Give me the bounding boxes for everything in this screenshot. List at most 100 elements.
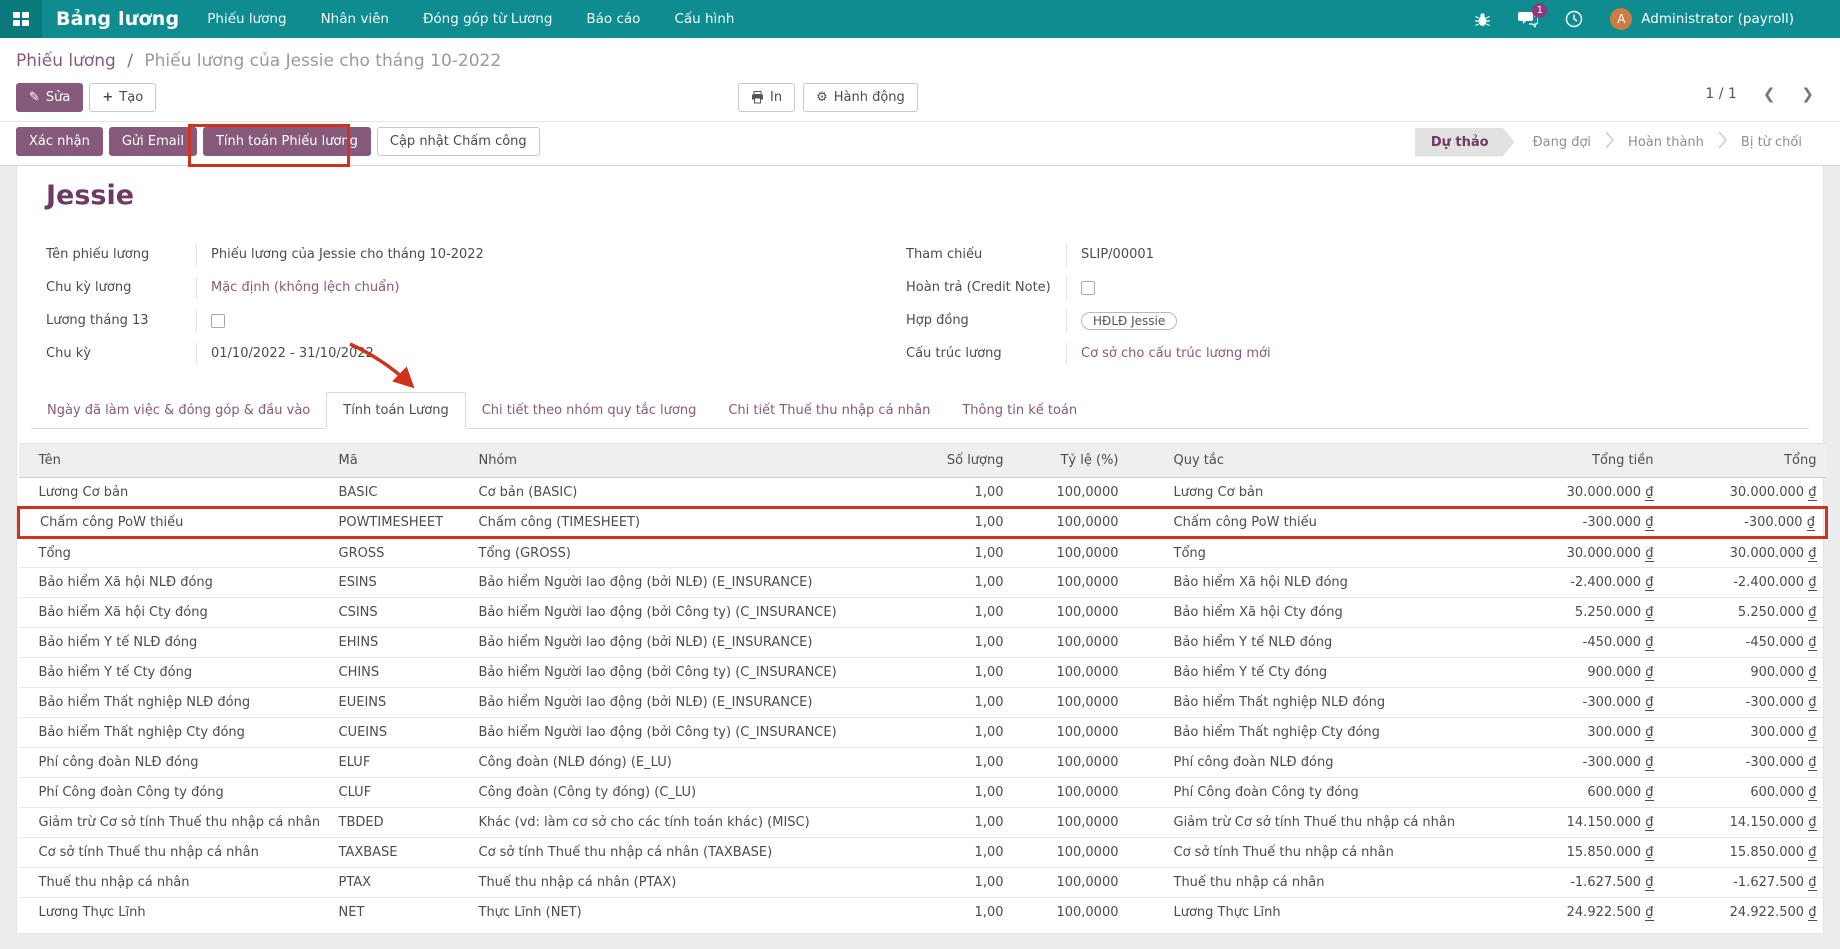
table-row-TAXBASE[interactable]: Cơ sở tính Thuế thu nhập cá nhânTAXBASEC… <box>19 838 1827 868</box>
field-value-link[interactable]: Cơ sở cho cấu trúc lương mới <box>1066 343 1606 365</box>
tab-4[interactable]: Chi tiết Thuế thu nhập cá nhân <box>712 393 946 428</box>
table-row-CUEINS[interactable]: Bảo hiểm Thất nghiệp Cty đóngCUEINSBảo h… <box>19 718 1827 748</box>
table-row-GROSS[interactable]: TổngGROSSTổng (GROSS)1,00100,0000Tổng30.… <box>19 538 1827 568</box>
user-menu[interactable]: A Administrator (payroll) <box>1610 8 1794 30</box>
cell-rule: Bảo hiểm Y tế Cty đóng <box>1129 658 1499 688</box>
cell-total: 900.000 ₫ <box>1664 658 1827 688</box>
cell-code: EUEINS <box>329 688 469 718</box>
status-step-separator-icon <box>1605 131 1614 153</box>
table-row-TBDED[interactable]: Giảm trừ Cơ sở tính Thuế thu nhập cá nhâ… <box>19 808 1827 838</box>
cell-group: Công đoàn (Công ty đóng) (C_LU) <box>469 778 909 808</box>
tab-3[interactable]: Chi tiết theo nhóm quy tắc lương <box>466 393 713 428</box>
contract-tag[interactable]: HĐLĐ Jessie <box>1081 312 1177 330</box>
checkbox[interactable] <box>1081 281 1095 295</box>
cell-group: Thuế thu nhập cá nhân (PTAX) <box>469 868 909 898</box>
column-header-1[interactable]: Tên <box>19 444 329 478</box>
pager-next-button[interactable]: ❯ <box>1801 85 1814 103</box>
cell-amount: 600.000 ₫ <box>1499 778 1664 808</box>
cell-amount: 15.850.000 ₫ <box>1499 838 1664 868</box>
nav-menu-item-1[interactable]: Phiếu lương <box>207 11 286 27</box>
nav-menu-item-2[interactable]: Nhân viên <box>321 11 389 27</box>
print-button[interactable]: In <box>738 83 795 112</box>
cell-total: 30.000.000 ₫ <box>1664 538 1827 568</box>
apps-menu-button[interactable] <box>0 0 42 38</box>
edit-button[interactable]: ✎ Sửa <box>16 83 83 112</box>
column-header-4[interactable]: Số lượng <box>909 444 1014 478</box>
top-navbar: Bảng lương Phiếu lương Nhân viên Đóng góp … <box>0 0 1840 38</box>
table-row-CHINS[interactable]: Bảo hiểm Y tế Cty đóngCHINSBảo hiểm Ngườ… <box>19 658 1827 688</box>
status-step-1[interactable]: Dự thảo <box>1415 128 1515 157</box>
cell-name: Lương Thực Lĩnh <box>19 898 329 928</box>
column-header-8[interactable]: Tổng <box>1664 444 1827 478</box>
currency-symbol: ₫ <box>1808 605 1816 621</box>
table-row-BASIC[interactable]: Lương Cơ bảnBASICCơ bản (BASIC)1,00100,0… <box>19 478 1827 508</box>
cell-code: BASIC <box>329 478 469 508</box>
tab-1[interactable]: Ngày đã làm việc & đóng góp & đầu vào <box>31 393 326 428</box>
debug-bug-icon[interactable] <box>1472 9 1492 29</box>
app-title[interactable]: Bảng lương <box>56 8 179 30</box>
record-title: Jessie <box>46 180 134 211</box>
cell-name: Phí Công đoàn Công ty đóng <box>19 778 329 808</box>
cell-rule: Lương Cơ bản <box>1129 478 1499 508</box>
table-row-EUEINS[interactable]: Bảo hiểm Thất nghiệp NLĐ đóngEUEINSBảo h… <box>19 688 1827 718</box>
cell-rate: 100,0000 <box>1014 868 1129 898</box>
cell-rate: 100,0000 <box>1014 838 1129 868</box>
cell-total: 30.000.000 ₫ <box>1664 478 1827 508</box>
column-header-2[interactable]: Mã <box>329 444 469 478</box>
workflow-button-4[interactable]: Cập nhật Chấm công <box>377 127 540 156</box>
column-header-7[interactable]: Tổng tiền <box>1499 444 1664 478</box>
table-row-NET[interactable]: Lương Thực LĩnhNETThực Lĩnh (NET)1,00100… <box>19 898 1827 928</box>
status-step-3[interactable]: Hoàn thành <box>1616 128 1716 157</box>
status-step-2[interactable]: Đang đợi <box>1521 128 1603 157</box>
pager-count: 1 / 1 <box>1705 86 1736 102</box>
cell-amount: 300.000 ₫ <box>1499 718 1664 748</box>
cell-name: Bảo hiểm Xã hội Cty đóng <box>19 598 329 628</box>
table-row-CSINS[interactable]: Bảo hiểm Xã hội Cty đóngCSINSBảo hiểm Ng… <box>19 598 1827 628</box>
action-button[interactable]: ⚙ Hành động <box>803 83 918 112</box>
cell-group: Công đoàn (NLĐ đóng) (E_LU) <box>469 748 909 778</box>
currency-symbol: ₫ <box>1645 815 1653 831</box>
cell-name: Bảo hiểm Y tế Cty đóng <box>19 658 329 688</box>
cell-total: 600.000 ₫ <box>1664 778 1827 808</box>
button-row: ✎ Sửa + Tạo In ⚙ Hành động 1 / 1 ❮ ❯ <box>0 75 1840 121</box>
tab-2-active[interactable]: Tính toán Lương <box>326 392 465 429</box>
field-row-left-3: Lương tháng 13 <box>46 304 726 337</box>
currency-symbol: ₫ <box>1807 515 1815 531</box>
salary-lines-table: TênMãNhómSố lượngTỷ lệ (%)Quy tắcTổng ti… <box>17 443 1828 928</box>
table-row-ESINS[interactable]: Bảo hiểm Xã hội NLĐ đóngESINSBảo hiểm Ng… <box>19 568 1827 598</box>
chevron-right-icon: ❯ <box>1801 85 1814 103</box>
cell-total: 300.000 ₫ <box>1664 718 1827 748</box>
cell-rate: 100,0000 <box>1014 688 1129 718</box>
cell-rate: 100,0000 <box>1014 508 1129 538</box>
table-row-POWTIMESHEET-highlighted[interactable]: Chấm công PoW thiếuPOWTIMESHEETChấm công… <box>19 508 1827 538</box>
column-header-5[interactable]: Tỷ lệ (%) <box>1014 444 1129 478</box>
pager-previous-button[interactable]: ❮ <box>1763 85 1776 103</box>
cell-group: Khác (vd: làm cơ sở cho các tính toán kh… <box>469 808 909 838</box>
column-header-3[interactable]: Nhóm <box>469 444 909 478</box>
nav-menu-item-5[interactable]: Cấu hình <box>674 11 734 27</box>
cell-group: Bảo hiểm Người lao động (bởi Công ty) (C… <box>469 598 909 628</box>
cell-code: ELUF <box>329 748 469 778</box>
field-value-link[interactable]: Mặc định (không lệch chuẩn) <box>196 277 726 299</box>
nav-menu-item-3[interactable]: Đóng góp từ Lương <box>423 11 552 27</box>
table-row-CLUF[interactable]: Phí Công đoàn Công ty đóngCLUFCông đoàn … <box>19 778 1827 808</box>
table-row-PTAX[interactable]: Thuế thu nhập cá nhânPTAXThuế thu nhập c… <box>19 868 1827 898</box>
workflow-button-2[interactable]: Gửi Email <box>109 127 197 156</box>
column-header-6[interactable]: Quy tắc <box>1129 444 1499 478</box>
activity-clock-icon[interactable] <box>1564 9 1584 29</box>
table-row-EHINS[interactable]: Bảo hiểm Y tế NLĐ đóngEHINSBảo hiểm Ngườ… <box>19 628 1827 658</box>
create-button[interactable]: + Tạo <box>89 83 156 112</box>
status-step-4[interactable]: Bị từ chối <box>1729 128 1814 157</box>
control-panel: Phiếu lương / Phiếu lương của Jessie cho… <box>0 38 1840 166</box>
pager: 1 / 1 ❮ ❯ <box>1705 85 1814 103</box>
nav-menu-item-4[interactable]: Báo cáo <box>586 11 640 27</box>
tab-5[interactable]: Thông tin kế toán <box>946 393 1093 428</box>
workflow-button-3[interactable]: Tính toán Phiếu lương <box>203 127 371 156</box>
pencil-icon: ✎ <box>29 90 40 105</box>
workflow-button-1[interactable]: Xác nhận <box>16 127 103 156</box>
breadcrumb-parent-link[interactable]: Phiếu lương <box>16 51 116 71</box>
cell-rule: Bảo hiểm Xã hội Cty đóng <box>1129 598 1499 628</box>
table-row-ELUF[interactable]: Phí công đoàn NLĐ đóngELUFCông đoàn (NLĐ… <box>19 748 1827 778</box>
checkbox[interactable] <box>211 314 225 328</box>
messages-icon[interactable]: 1 <box>1518 9 1538 29</box>
